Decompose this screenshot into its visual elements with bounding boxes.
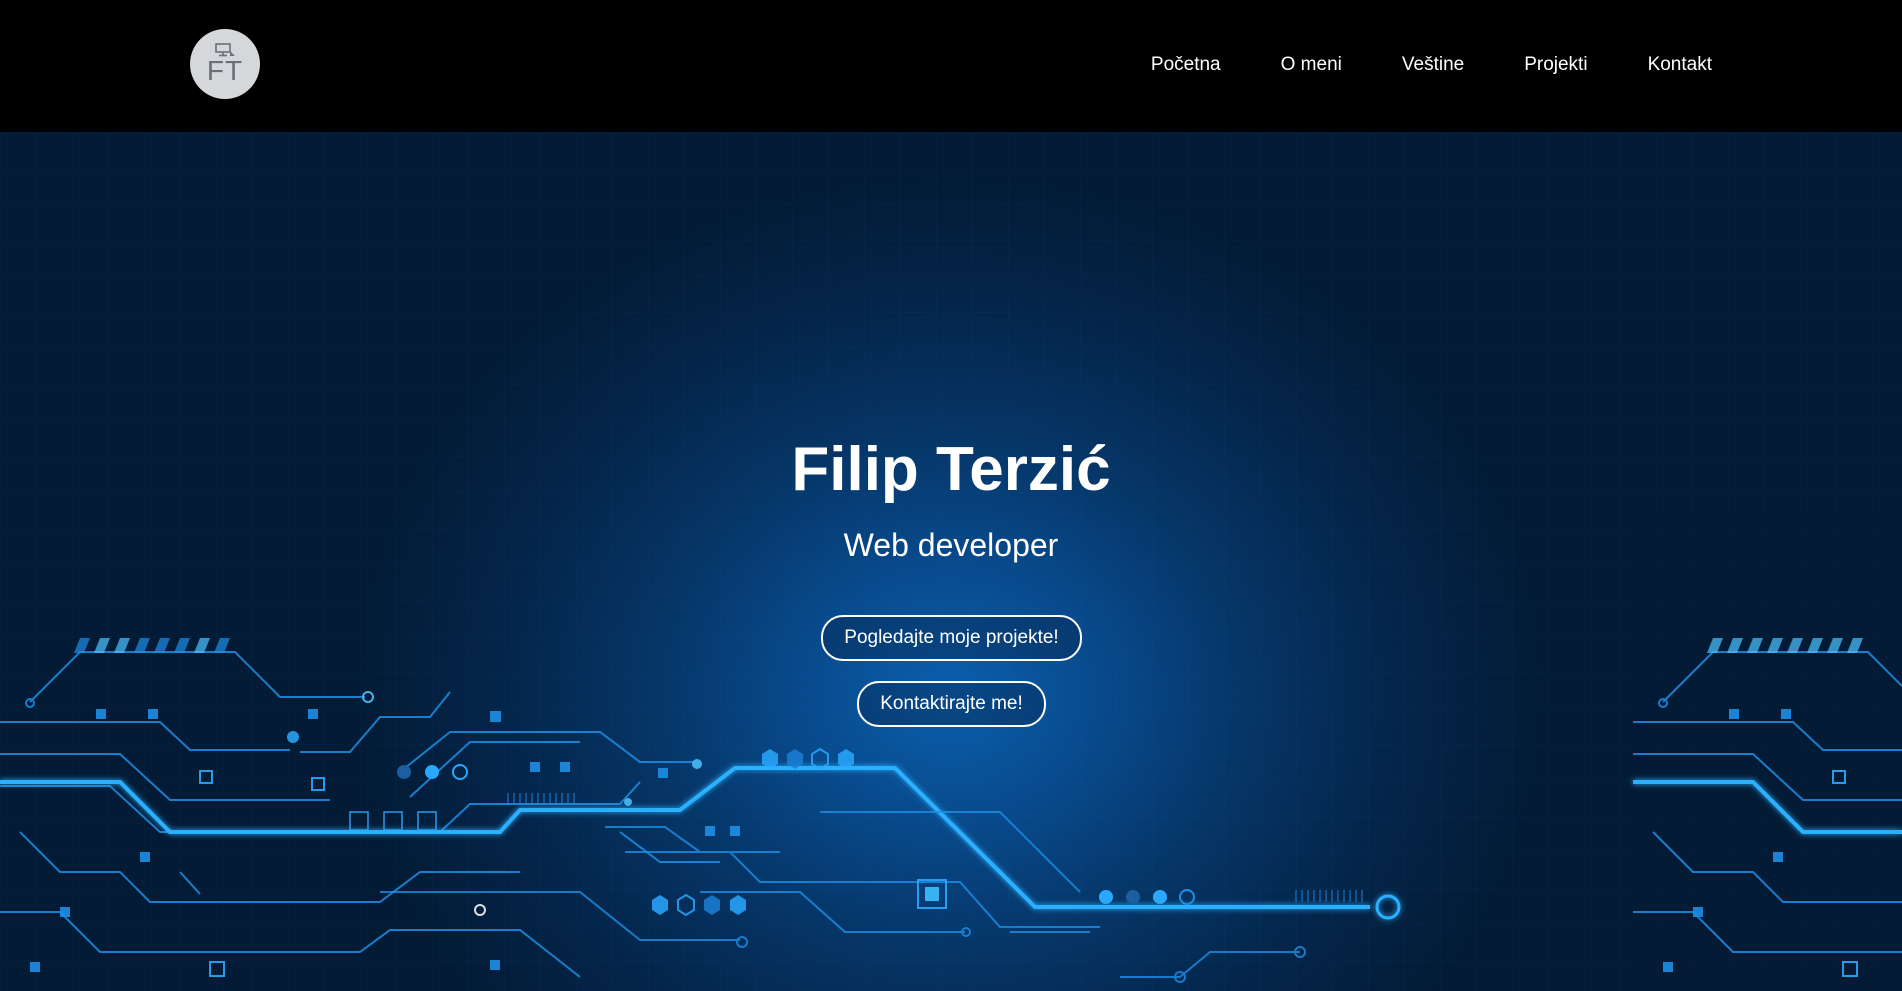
nav-link-projekti[interactable]: Projekti — [1524, 52, 1587, 78]
view-projects-button[interactable]: Pogledajte moje projekte! — [821, 615, 1082, 661]
main-nav: Početna O meni Veštine Projekti Kontakt — [1091, 52, 1712, 78]
nav-link-kontakt[interactable]: Kontakt — [1648, 52, 1712, 78]
hero-subtitle: Web developer — [843, 527, 1059, 563]
nav-link-pocetna[interactable]: Početna — [1151, 52, 1221, 78]
navbar: FT Početna O meni Veštine Projekti Konta… — [0, 0, 1902, 132]
logo-text: FT — [206, 55, 244, 86]
nav-link-vestine[interactable]: Veštine — [1402, 52, 1464, 78]
contact-button[interactable]: Kontaktirajte me! — [857, 681, 1046, 727]
hero-title: Filip Terzić — [791, 435, 1111, 504]
logo[interactable]: FT — [190, 29, 260, 99]
nav-link-o-meni[interactable]: O meni — [1281, 52, 1342, 78]
hero-section: Filip Terzić Web developer Pogledajte mo… — [0, 132, 1902, 991]
